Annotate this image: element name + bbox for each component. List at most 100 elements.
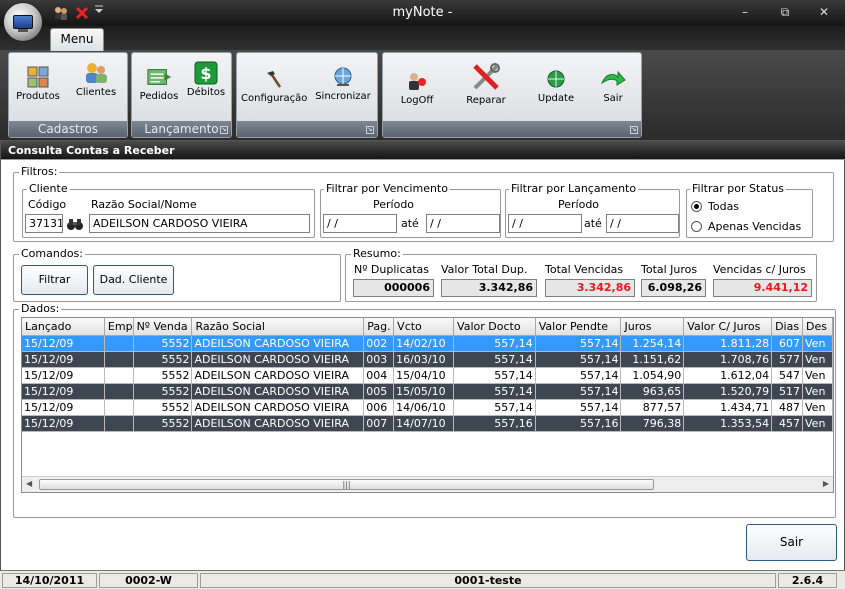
status-date: 14/10/2011	[2, 573, 97, 588]
table-row[interactable]: 15/12/09 5552 ADEILSON CARDOSO VIEIRA 005 15…	[22, 383, 833, 400]
vencidas-juros-value: 9.441,12	[713, 279, 812, 297]
vencimento-ate-field[interactable]: / /	[426, 214, 500, 233]
table-cell: 557,14	[453, 383, 536, 400]
contas-grid[interactable]: Lançado Emp Nº Venda Razão Social Pag. Vcto Va…	[21, 317, 834, 493]
table-cell: 002	[363, 335, 395, 352]
dialog-launcher-icon[interactable]: ↘	[630, 126, 638, 134]
vencimento-fieldset: Filtrar por Vencimento Período / / até /…	[320, 183, 501, 238]
produtos-label: Produtos	[16, 91, 60, 102]
hammer-icon	[261, 67, 287, 91]
scroll-left-icon[interactable]: ◀	[26, 479, 32, 488]
binoculars-icon[interactable]	[66, 216, 84, 232]
vencimento-de-field[interactable]: / /	[323, 214, 397, 233]
column-header[interactable]: Des	[802, 318, 833, 336]
ribbon-group-sistema: LogOff Reparar Update Sair ↘	[382, 52, 642, 138]
valor-total-value: 3.342,86	[441, 279, 537, 297]
debitos-button[interactable]: $ Débitos	[184, 57, 228, 98]
table-cell: 15/04/10	[393, 367, 455, 384]
lancamento-ate-field[interactable]: / /	[606, 214, 679, 233]
dialog-launcher-icon[interactable]: ↘	[366, 126, 374, 134]
table-cell: ADEILSON CARDOSO VIEIRA	[191, 335, 365, 352]
column-header[interactable]: Razão Social	[191, 318, 365, 336]
table-cell	[104, 351, 134, 368]
table-cell: 557,14	[535, 351, 622, 368]
contas-table: Lançado Emp Nº Venda Razão Social Pag. Vcto Va…	[22, 318, 833, 432]
configuracao-button[interactable]: Configuração	[241, 63, 307, 104]
radio-unchecked-icon	[691, 221, 702, 232]
minimize-button[interactable]: –	[734, 3, 756, 21]
table-cell: ADEILSON CARDOSO VIEIRA	[191, 399, 365, 416]
column-header[interactable]: Pag.	[363, 318, 395, 336]
sincronizar-label: Sincronizar	[315, 91, 371, 102]
table-cell: 15/12/09	[22, 399, 105, 416]
clientes-button[interactable]: Clientes	[71, 57, 121, 98]
table-cell: 006	[363, 399, 395, 416]
sincronizar-button[interactable]: Sincronizar	[311, 61, 375, 102]
close-button[interactable]: ✕	[813, 3, 835, 21]
tab-menu[interactable]: Menu	[50, 28, 104, 51]
table-cell: 15/12/09	[22, 415, 105, 432]
clientes-label: Clientes	[75, 87, 117, 98]
update-globe-icon	[543, 67, 569, 91]
table-cell: 16/03/10	[393, 351, 455, 368]
table-row[interactable]: 15/12/09 5552 ADEILSON CARDOSO VIEIRA 002 14…	[22, 335, 833, 352]
table-row[interactable]: 15/12/09 5552 ADEILSON CARDOSO VIEIRA 007 14…	[22, 415, 833, 432]
column-header[interactable]: Valor Pendte	[535, 318, 622, 336]
dialog-launcher-icon[interactable]: ↘	[220, 126, 228, 134]
table-cell: Ven	[802, 367, 833, 384]
table-cell: ADEILSON CARDOSO VIEIRA	[191, 383, 365, 400]
column-header[interactable]: Lançado	[22, 318, 105, 336]
produtos-button[interactable]: Produtos	[13, 61, 63, 102]
column-header[interactable]: Nº Venda	[133, 318, 193, 336]
codigo-field[interactable]: 37131	[25, 214, 63, 233]
vencimento-periodo-label: Período	[373, 198, 415, 211]
dad-cliente-button[interactable]: Dad. Cliente	[93, 265, 174, 295]
lancamento-de-field[interactable]: / /	[508, 214, 582, 233]
vencimento-legend: Filtrar por Vencimento	[324, 182, 450, 195]
computer-icon	[13, 15, 33, 32]
dados-legend: Dados:	[19, 302, 62, 315]
filtrar-button[interactable]: Filtrar	[21, 265, 88, 295]
razao-social-label: Razão Social/Nome	[91, 198, 197, 211]
sair-button[interactable]: Sair	[746, 524, 837, 561]
restore-button[interactable]: ⧉	[774, 3, 796, 21]
table-cell: 003	[363, 351, 395, 368]
column-header[interactable]: Vcto	[393, 318, 455, 336]
table-cell: 547	[771, 367, 804, 384]
reparar-button[interactable]: Reparar	[457, 57, 515, 106]
application-menu-button[interactable]	[3, 2, 43, 42]
logoff-button[interactable]: LogOff	[393, 65, 441, 106]
horizontal-scrollbar[interactable]: ◀ ||| ▶	[22, 476, 833, 492]
status-legend: Filtrar por Status	[690, 182, 787, 195]
table-row[interactable]: 15/12/09 5552 ADEILSON CARDOSO VIEIRA 003 16…	[22, 351, 833, 368]
table-cell: 557,14	[535, 335, 622, 352]
comandos-legend: Comandos:	[19, 247, 85, 260]
title-bar: myNote - – ⧉ ✕	[0, 0, 845, 26]
table-cell: 15/05/10	[393, 383, 455, 400]
total-juros-value: 6.098,26	[641, 279, 706, 297]
table-cell: 1.054,90	[620, 367, 685, 384]
pedidos-button[interactable]: Pedidos	[136, 61, 182, 102]
table-row[interactable]: 15/12/09 5552 ADEILSON CARDOSO VIEIRA 004 15…	[22, 367, 833, 384]
table-cell: 15/12/09	[22, 367, 105, 384]
status-todas-label: Todas	[708, 200, 740, 213]
column-header[interactable]: Juros	[620, 318, 685, 336]
update-label: Update	[537, 93, 575, 104]
group-label-cadastros: Cadastros	[9, 121, 127, 137]
column-header[interactable]: Dias	[771, 318, 804, 336]
scroll-thumb[interactable]: |||	[39, 479, 654, 490]
sair-ribbon-button[interactable]: Sair	[591, 63, 635, 104]
column-header[interactable]: Valor Docto	[453, 318, 536, 336]
scroll-right-icon[interactable]: ▶	[823, 479, 829, 488]
filtros-legend: Filtros:	[19, 165, 60, 178]
table-cell: 5552	[133, 351, 193, 368]
update-button[interactable]: Update	[531, 63, 581, 104]
table-row[interactable]: 15/12/09 5552 ADEILSON CARDOSO VIEIRA 006 14…	[22, 399, 833, 416]
ribbon-group-lancamento: Pedidos $ Débitos Lançamento ↘	[131, 52, 232, 138]
lancamento-fieldset: Filtrar por Lançamento Período / / até /…	[505, 183, 680, 238]
razao-social-field[interactable]: ADEILSON CARDOSO VIEIRA	[89, 214, 310, 233]
column-header[interactable]: Valor C/ Juros	[683, 318, 773, 336]
column-header[interactable]: Emp	[104, 318, 134, 336]
table-cell: 557,14	[453, 367, 536, 384]
table-cell: Ven	[802, 335, 833, 352]
